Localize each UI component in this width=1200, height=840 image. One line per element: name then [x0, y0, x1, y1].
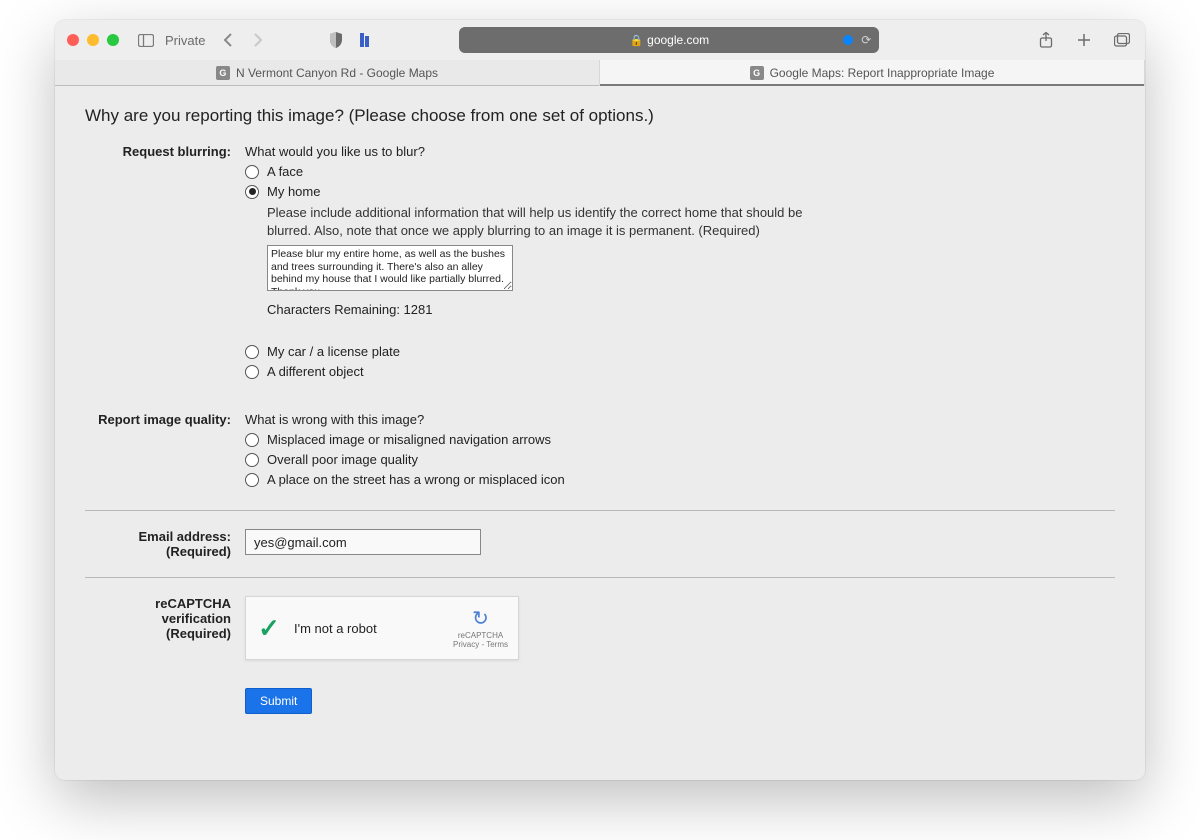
radio-icon-label: A place on the street has a wrong or mis… — [267, 472, 565, 487]
radio-home[interactable] — [245, 185, 259, 199]
checkmark-icon: ✓ — [256, 613, 282, 644]
blurring-details-input[interactable] — [267, 245, 513, 291]
tab-strip: G N Vermont Canyon Rd - Google Maps G Go… — [55, 60, 1145, 86]
extension-icon[interactable] — [355, 29, 377, 51]
private-label: Private — [165, 33, 205, 48]
favicon-icon: G — [216, 66, 230, 80]
radio-icon[interactable] — [245, 473, 259, 487]
tab-title: N Vermont Canyon Rd - Google Maps — [236, 66, 438, 80]
recaptcha-widget[interactable]: ✓ I'm not a robot ↻ reCAPTCHA Privacy - … — [245, 596, 519, 660]
submit-button[interactable]: Submit — [245, 688, 312, 714]
radio-face-label: A face — [267, 164, 303, 179]
new-tab-icon[interactable] — [1073, 29, 1095, 51]
radio-car[interactable] — [245, 345, 259, 359]
forward-button[interactable] — [247, 29, 269, 51]
back-button[interactable] — [217, 29, 239, 51]
traffic-lights — [67, 34, 119, 46]
recaptcha-text: I'm not a robot — [294, 621, 377, 636]
lock-icon: 🔒 — [629, 34, 643, 47]
share-icon[interactable] — [1035, 29, 1057, 51]
separator — [85, 510, 1115, 511]
page-content: Why are you reporting this image? (Pleas… — [55, 86, 1145, 780]
radio-misplaced-label: Misplaced image or misaligned navigation… — [267, 432, 551, 447]
radio-object-label: A different object — [267, 364, 364, 379]
reader-indicator[interactable] — [843, 35, 853, 45]
recaptcha-logo: ↻ reCAPTCHA Privacy - Terms — [453, 607, 508, 650]
recaptcha-icon: ↻ — [453, 607, 508, 631]
section-label-blurring: Request blurring: — [85, 144, 245, 384]
tab-report[interactable]: G Google Maps: Report Inappropriate Imag… — [600, 60, 1145, 85]
close-window-button[interactable] — [67, 34, 79, 46]
home-help-text: Please include additional information th… — [267, 204, 825, 239]
section-label-quality: Report image quality: — [85, 412, 245, 492]
tab-title: Google Maps: Report Inappropriate Image — [770, 66, 995, 80]
radio-poor-label: Overall poor image quality — [267, 452, 418, 467]
radio-home-label: My home — [267, 184, 320, 199]
address-text: google.com — [647, 33, 709, 47]
shield-icon[interactable] — [325, 29, 347, 51]
separator — [85, 577, 1115, 578]
minimize-window-button[interactable] — [87, 34, 99, 46]
browser-toolbar: Private 🔒 google.com ⟳ — [55, 20, 1145, 60]
radio-poor[interactable] — [245, 453, 259, 467]
quality-question: What is wrong with this image? — [245, 412, 825, 427]
address-bar[interactable]: 🔒 google.com ⟳ — [459, 27, 879, 53]
radio-face[interactable] — [245, 165, 259, 179]
page-title: Why are you reporting this image? (Pleas… — [85, 106, 1115, 126]
recaptcha-label: reCAPTCHA verification (Required) — [85, 596, 245, 714]
tabs-overview-icon[interactable] — [1111, 29, 1133, 51]
favicon-icon: G — [750, 66, 764, 80]
chars-remaining: Characters Remaining: 1281 — [267, 302, 825, 317]
blurring-question: What would you like us to blur? — [245, 144, 825, 159]
fullscreen-window-button[interactable] — [107, 34, 119, 46]
radio-object[interactable] — [245, 365, 259, 379]
radio-car-label: My car / a license plate — [267, 344, 400, 359]
tab-maps[interactable]: G N Vermont Canyon Rd - Google Maps — [55, 60, 600, 85]
radio-misplaced[interactable] — [245, 433, 259, 447]
reload-icon[interactable]: ⟳ — [861, 33, 871, 47]
browser-window: Private 🔒 google.com ⟳ — [55, 20, 1145, 780]
sidebar-toggle-icon[interactable] — [135, 29, 157, 51]
email-field[interactable] — [245, 529, 481, 555]
email-label: Email address: (Required) — [85, 529, 245, 559]
